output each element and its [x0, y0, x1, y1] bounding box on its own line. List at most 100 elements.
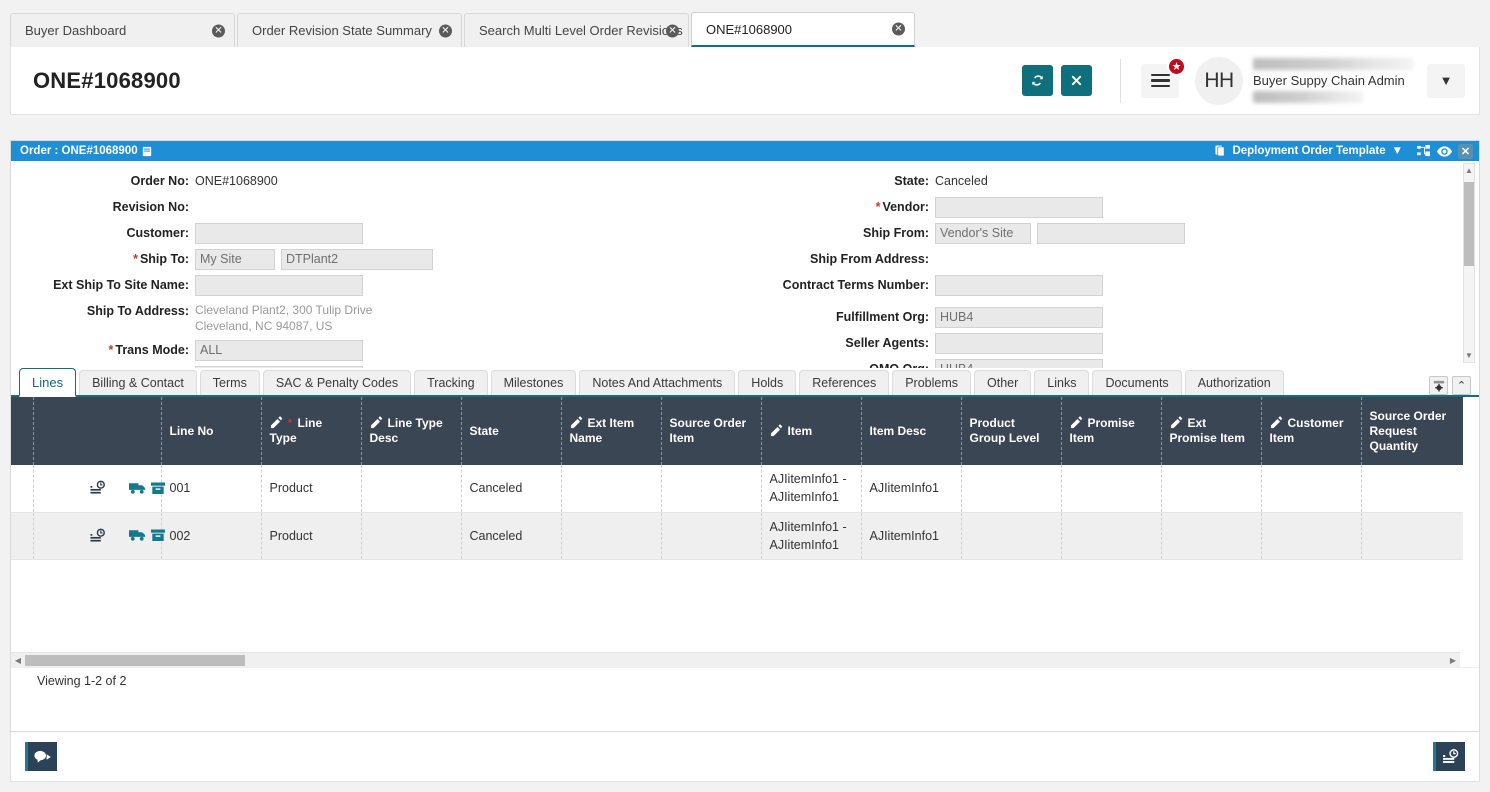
history-clock-icon[interactable]: [1433, 742, 1465, 771]
gear-grid-icon[interactable]: [1429, 376, 1448, 395]
col-line-type[interactable]: * Line Type: [261, 397, 361, 465]
field-state: State: Canceled: [745, 171, 1479, 192]
item-desc-cell: AJIitemInfo1: [861, 512, 961, 559]
header-actions: ★ HH Buyer Suppy Chain Admin ▼: [1014, 56, 1479, 105]
hierarchy-icon[interactable]: [1417, 145, 1431, 157]
col-promise-item[interactable]: Promise Item: [1061, 397, 1161, 465]
tab-references[interactable]: References: [799, 370, 889, 395]
col-line-type-desc[interactable]: Line Type Desc: [361, 397, 461, 465]
customer-input[interactable]: [195, 223, 363, 244]
tab-links[interactable]: Links: [1034, 370, 1089, 395]
field-label: Order No:: [11, 171, 195, 191]
refresh-icon[interactable]: [1022, 65, 1053, 96]
template-label[interactable]: Deployment Order Template: [1232, 145, 1385, 157]
detail-icon[interactable]: [90, 528, 106, 544]
field-seller-agents: Seller Agents:: [745, 333, 1479, 354]
tab-lines[interactable]: Lines: [19, 368, 76, 397]
ship-from-site-input[interactable]: [1037, 223, 1185, 244]
line-no-cell[interactable]: 002: [161, 512, 261, 559]
col-source-order-request-quantity[interactable]: Source Order Request Quantity: [1361, 397, 1463, 465]
browser-tab-label: Order Revision State Summary: [252, 23, 432, 38]
row-select-cell[interactable]: [11, 512, 33, 559]
browser-tab-0[interactable]: Buyer Dashboard ✕: [10, 13, 235, 47]
browser-tab-2[interactable]: Search Multi Level Order Revisions ✕: [464, 13, 689, 47]
tab-holds[interactable]: Holds: [738, 370, 796, 395]
close-icon[interactable]: ✕: [212, 24, 225, 37]
ship-to-site-input[interactable]: DTPlant2: [281, 249, 433, 270]
scroll-up-icon[interactable]: ▲: [1465, 166, 1473, 175]
hamburger-menu-icon[interactable]: ★: [1141, 64, 1179, 98]
chevron-down-icon[interactable]: ▼: [1392, 145, 1403, 157]
ship-from-input[interactable]: Vendor's Site: [935, 223, 1031, 244]
tab-sac-penalty-codes[interactable]: SAC & Penalty Codes: [263, 370, 411, 395]
order-workspace: Order : ONE#1068900 Deployment Order Tem…: [10, 140, 1480, 732]
col-item-desc[interactable]: Item Desc: [861, 397, 961, 465]
scroll-down-icon[interactable]: ▼: [1465, 351, 1473, 360]
col-item[interactable]: Item: [761, 397, 861, 465]
close-icon[interactable]: ✕: [666, 24, 679, 37]
scroll-right-icon[interactable]: ▶: [1446, 656, 1460, 665]
fulfillment-org-input[interactable]: HUB4: [935, 307, 1103, 328]
browser-tab-3[interactable]: ONE#1068900 ✕: [691, 12, 915, 47]
table-row[interactable]: 002 Product Canceled AJIitemInfo1 - AJIi…: [11, 512, 1463, 559]
template-icon[interactable]: [1215, 145, 1226, 157]
box-icon[interactable]: [151, 529, 165, 542]
trans-mode-input[interactable]: ALL: [195, 340, 363, 361]
col-source-order-item[interactable]: Source Order Item: [661, 397, 761, 465]
ext-ship-to-site-name-input[interactable]: [195, 275, 363, 296]
chat-bubble-icon[interactable]: [25, 742, 57, 771]
scroll-left-icon[interactable]: ◀: [11, 656, 25, 665]
tab-tracking[interactable]: Tracking: [414, 370, 487, 395]
col-ext-item-name[interactable]: Ext Item Name: [561, 397, 661, 465]
col-product-group-level[interactable]: Product Group Level: [961, 397, 1061, 465]
browser-tab-1[interactable]: Order Revision State Summary ✕: [237, 13, 462, 47]
col-state[interactable]: State: [461, 397, 561, 465]
tab-milestones[interactable]: Milestones: [491, 370, 577, 395]
ship-to-input[interactable]: My Site: [195, 249, 275, 270]
col-line-no[interactable]: Line No: [161, 397, 261, 465]
table-row[interactable]: 001 Product Canceled AJIitemInfo1 - AJIi…: [11, 465, 1463, 512]
row-icons: [42, 480, 153, 496]
omo-org-input[interactable]: HUB4: [935, 359, 1103, 368]
col-ext-promise-item[interactable]: Ext Promise Item: [1161, 397, 1261, 465]
eye-icon[interactable]: [1437, 146, 1452, 157]
tab-problems[interactable]: Problems: [892, 370, 971, 395]
grid-horizontal-scrollbar[interactable]: ◀ ▶: [11, 652, 1460, 667]
lines-grid: Line No * Line Type Line Type Desc State…: [11, 397, 1479, 667]
close-icon[interactable]: ✕: [1458, 144, 1473, 159]
grid-empty-space: [11, 560, 1479, 660]
contract-terms-number-input[interactable]: [935, 275, 1103, 296]
field-order-no: Order No: ONE#1068900: [11, 171, 745, 192]
detail-icon[interactable]: [90, 480, 106, 496]
tab-billing-contact[interactable]: Billing & Contact: [79, 370, 197, 395]
row-select-cell[interactable]: [11, 465, 33, 512]
close-icon[interactable]: [1061, 65, 1092, 96]
field-label: Ship To Address:: [11, 301, 195, 321]
tab-notes-and-attachments[interactable]: Notes And Attachments: [579, 370, 735, 395]
item-desc-cell: AJIitemInfo1: [861, 465, 961, 512]
vendor-input[interactable]: [935, 197, 1103, 218]
truck-icon[interactable]: [129, 529, 146, 542]
seller-agents-input[interactable]: [935, 333, 1103, 354]
line-type-desc-cell: [361, 465, 461, 512]
form-vertical-scrollbar[interactable]: ▲ ▼: [1463, 163, 1475, 363]
box-icon[interactable]: [151, 482, 165, 495]
truck-icon[interactable]: [129, 482, 146, 495]
tab-documents[interactable]: Documents: [1092, 370, 1181, 395]
line-no-cell[interactable]: 001: [161, 465, 261, 512]
scroll-track[interactable]: [245, 655, 1446, 666]
chevron-down-icon[interactable]: ▼: [1427, 64, 1465, 98]
tab-terms[interactable]: Terms: [200, 370, 260, 395]
field-label: OMO Org:: [745, 359, 935, 368]
collapse-icon[interactable]: ⌃: [1452, 376, 1471, 395]
scroll-thumb[interactable]: [25, 655, 245, 666]
close-icon[interactable]: ✕: [439, 24, 452, 37]
scroll-thumb[interactable]: [1464, 182, 1474, 266]
col-customer-item[interactable]: Customer Item: [1261, 397, 1361, 465]
tab-authorization[interactable]: Authorization: [1185, 370, 1284, 395]
tab-other[interactable]: Other: [974, 370, 1031, 395]
product-group-level-cell: [961, 465, 1061, 512]
tab-label: Authorization: [1198, 376, 1271, 390]
document-icon[interactable]: [142, 146, 152, 157]
close-icon[interactable]: ✕: [892, 23, 905, 36]
